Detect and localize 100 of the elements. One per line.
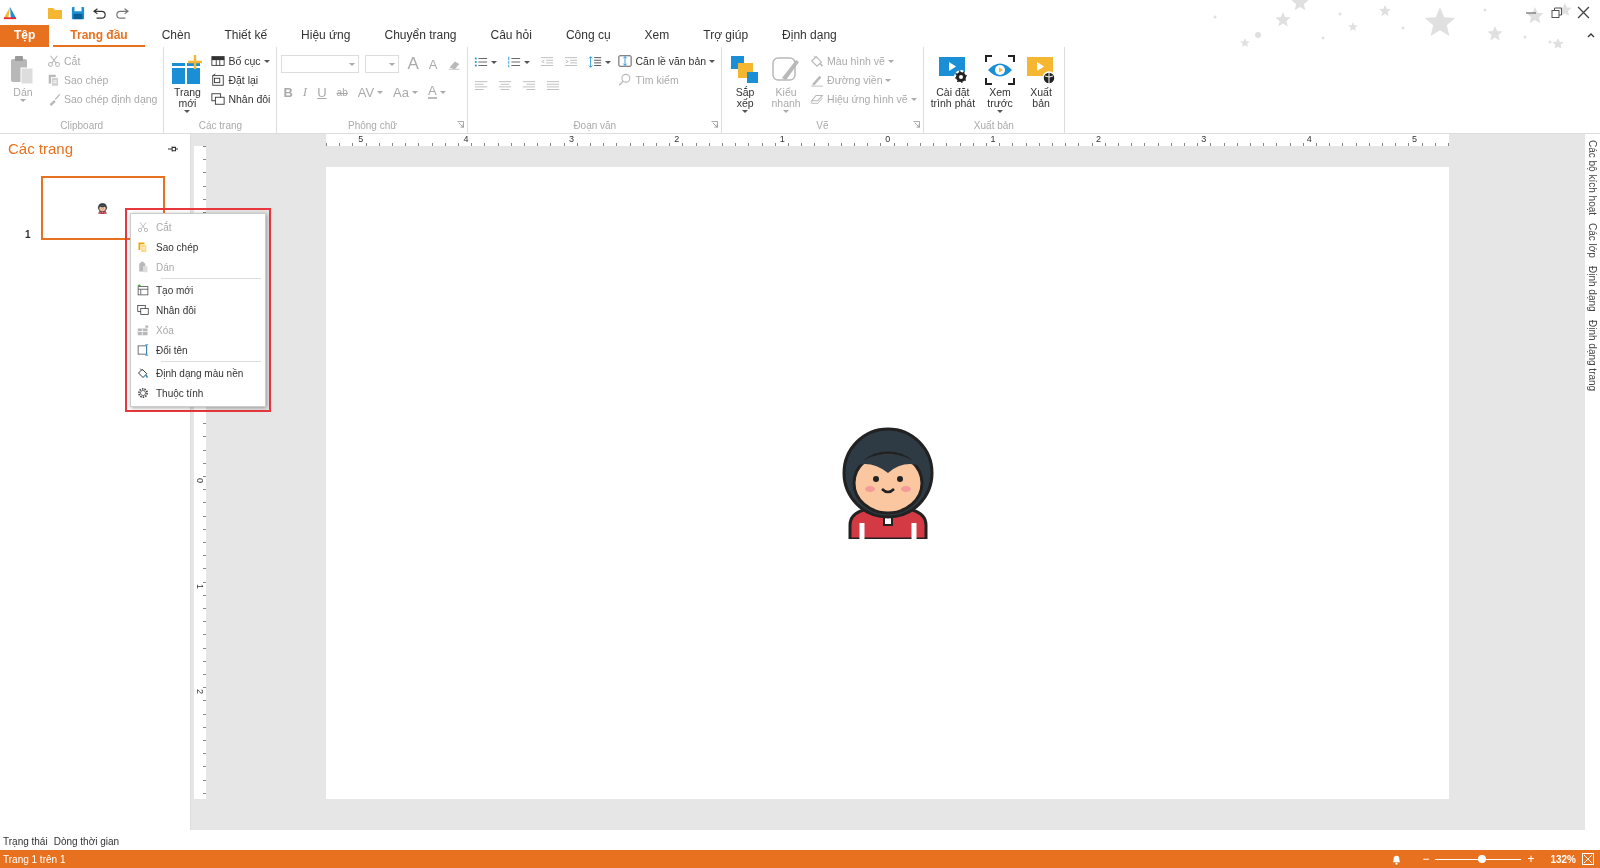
ruler-label: 4 bbox=[462, 134, 470, 146]
ruler-label: 1 bbox=[989, 134, 997, 146]
fit-to-window-icon bbox=[1582, 853, 1594, 865]
line-spacing-icon bbox=[588, 55, 603, 69]
side-panel-tab[interactable]: Các lớp bbox=[1587, 223, 1598, 258]
ruler-label: 2 bbox=[1094, 134, 1102, 146]
collapse-ribbon-icon bbox=[1587, 32, 1595, 38]
dialog-launcher-icon bbox=[711, 121, 719, 128]
zoom-slider-thumb[interactable] bbox=[1477, 854, 1486, 863]
copy-icon bbox=[47, 73, 61, 87]
ruler-label: 1 bbox=[194, 582, 206, 591]
side-panel-tab[interactable]: Định dạng trang bbox=[1587, 319, 1598, 391]
ruler-label: 5 bbox=[357, 134, 365, 146]
ruler-label: 3 bbox=[1200, 134, 1208, 146]
panel-title: Các trang bbox=[8, 140, 74, 157]
duplicate-icon bbox=[137, 304, 149, 316]
publish-button[interactable]: Xuất bản bbox=[1022, 52, 1061, 111]
undo-icon bbox=[93, 6, 107, 19]
settings-icon bbox=[137, 387, 149, 399]
ruler-label: 2 bbox=[194, 687, 206, 696]
ribbon-tab[interactable]: Chuyển trang bbox=[367, 25, 474, 47]
copy-icon bbox=[137, 241, 149, 253]
save-icon bbox=[71, 5, 85, 20]
ruler-label: 4 bbox=[1305, 134, 1313, 146]
page-number: 1 bbox=[25, 229, 31, 240]
shape-icon bbox=[810, 92, 825, 106]
numbered-list-icon bbox=[507, 55, 522, 69]
new-page-icon bbox=[171, 54, 204, 86]
play-gear-icon bbox=[936, 54, 969, 86]
duplicate-icon bbox=[211, 92, 226, 106]
ribbon-tab[interactable]: Câu hỏi bbox=[473, 25, 549, 47]
bottom-tab[interactable]: Dòng thời gian bbox=[53, 835, 120, 847]
ribbon-tab[interactable]: Trợ giúp bbox=[686, 25, 766, 47]
bullet-list-icon bbox=[474, 55, 489, 69]
ribbon-tab[interactable]: Chèn bbox=[144, 25, 208, 47]
bottom-tab[interactable]: Trạng thái bbox=[3, 835, 48, 847]
ruler-label: 3 bbox=[567, 134, 575, 146]
indent-icon bbox=[564, 55, 579, 69]
group-label: Xuất bản bbox=[972, 119, 1015, 133]
dialog-launcher-icon bbox=[912, 121, 920, 128]
duplicate-button[interactable]: Nhân đôi bbox=[209, 91, 273, 107]
redo-icon bbox=[115, 6, 129, 19]
ruler-label: 0 bbox=[194, 477, 206, 486]
avatar-drawing bbox=[97, 202, 109, 214]
layout-icon bbox=[211, 54, 226, 68]
paintbrush-icon bbox=[47, 92, 61, 106]
scissors-icon bbox=[137, 221, 149, 233]
ruler-label: 5 bbox=[1411, 134, 1419, 146]
page-status: Trang 1 trên 1 bbox=[3, 853, 66, 865]
eye-icon bbox=[984, 54, 1017, 86]
folder-icon bbox=[47, 5, 63, 20]
delete-icon bbox=[137, 324, 149, 336]
paint-bucket-icon bbox=[810, 54, 825, 68]
group-label: Đoạn văn bbox=[572, 119, 618, 133]
group-label: Các trang bbox=[197, 119, 244, 133]
close-icon bbox=[1577, 6, 1590, 19]
rename-menu-item[interactable]: Đổi tên bbox=[131, 340, 265, 360]
player-settings-button[interactable]: Cài đặt trình phát bbox=[927, 52, 979, 111]
new-page-menu-item[interactable]: Tạo mới bbox=[131, 280, 265, 300]
arrange-button[interactable]: Sắp xếp bbox=[726, 52, 765, 115]
bell-icon bbox=[1391, 853, 1403, 865]
ruler-label: 0 bbox=[884, 134, 892, 146]
background-format-menu-item[interactable]: Định dạng màu nền bbox=[131, 363, 265, 383]
pen-icon bbox=[810, 73, 825, 87]
dialog-launcher-icon bbox=[457, 121, 465, 128]
preview-button[interactable]: Xem trước bbox=[981, 52, 1020, 115]
scissors-icon bbox=[47, 54, 61, 68]
duplicate-menu-item[interactable]: Nhân đôi bbox=[131, 300, 265, 320]
search-icon bbox=[618, 73, 633, 87]
rename-icon bbox=[137, 344, 149, 356]
reset-icon bbox=[211, 73, 226, 87]
copy-menu-item[interactable]: Sao chép bbox=[131, 237, 265, 257]
ruler-label: 2 bbox=[673, 134, 681, 146]
ribbon-tab[interactable]: Thiết kế bbox=[207, 25, 285, 47]
reset-button[interactable]: Đặt lại bbox=[209, 72, 273, 88]
group-label: Phông chữ bbox=[347, 119, 398, 133]
layout-button[interactable]: Bố cục bbox=[209, 53, 273, 69]
align-center-icon bbox=[498, 79, 513, 93]
play-globe-icon bbox=[1025, 54, 1058, 86]
side-panel-tab[interactable]: Các bộ kích hoạt bbox=[1587, 140, 1598, 216]
app-logo-icon bbox=[3, 5, 17, 20]
text-frame-icon bbox=[618, 54, 633, 68]
ribbon-tab[interactable]: Định dạng bbox=[765, 25, 854, 47]
paste-icon bbox=[137, 261, 149, 273]
restore-icon bbox=[1551, 6, 1563, 19]
side-panel-tab[interactable]: Định dạng bbox=[1587, 265, 1598, 312]
align-left-icon bbox=[474, 79, 489, 93]
new-page-button[interactable]: Trang mới bbox=[168, 52, 207, 115]
ribbon-tab[interactable]: Xem bbox=[627, 25, 687, 47]
ribbon-tab[interactable]: Hiệu ứng bbox=[284, 25, 368, 47]
properties-menu-item[interactable]: Thuộc tính bbox=[131, 383, 265, 403]
ruler-label: 1 bbox=[778, 134, 786, 146]
new-page-icon bbox=[137, 284, 149, 296]
paint-bucket-icon bbox=[137, 367, 149, 379]
align-right-icon bbox=[522, 79, 537, 93]
ribbon-tab[interactable]: Công cụ bbox=[548, 25, 628, 47]
group-label: Vẽ bbox=[815, 119, 830, 133]
pin-icon bbox=[168, 144, 178, 153]
text-alignment-button[interactable]: Căn lề văn bản bbox=[616, 53, 718, 69]
outdent-icon bbox=[540, 55, 555, 69]
